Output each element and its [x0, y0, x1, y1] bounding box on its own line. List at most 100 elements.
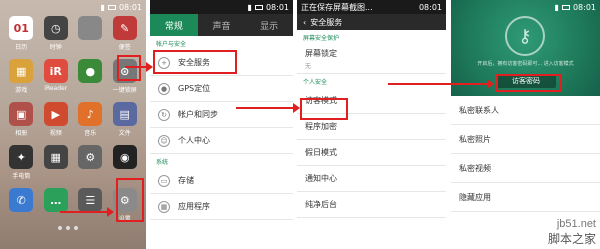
status-time: 08:01: [572, 2, 596, 12]
tab-display[interactable]: 显示: [245, 14, 293, 36]
app-11[interactable]: ▤ 文件: [108, 102, 143, 137]
section-header-system: 系统: [156, 159, 169, 166]
private-list: 私密联系人 私密照片 私密视频 隐藏应用: [451, 96, 600, 212]
private-item[interactable]: 私密联系人: [451, 96, 600, 125]
flashlight-icon: ✦: [9, 145, 34, 169]
app-14[interactable]: ⚙: [73, 145, 108, 180]
app-label: 一键锁屏: [112, 87, 137, 94]
apps-icon: ▦: [158, 200, 170, 213]
guest-hint: 开启后，拥有访客密码即可... 进入访客模式: [477, 61, 574, 67]
sync-icon: ↻: [158, 108, 170, 121]
contacts-icon: ☰: [78, 188, 103, 212]
app-16[interactable]: ✆: [4, 188, 39, 223]
app-5[interactable]: iR iReader: [39, 59, 74, 94]
status-bar: ▮ 08:01: [0, 0, 146, 14]
arrow-to-security: [125, 62, 153, 72]
settings-item[interactable]: ↻ 帐户和同步: [150, 102, 293, 128]
highlight-guest-mode: [300, 98, 348, 120]
app-label: 手电筒: [12, 173, 31, 180]
status-time: 08:01: [265, 2, 289, 12]
signal-icon: ▮: [100, 2, 105, 12]
app-1[interactable]: ◷ 时钟: [39, 16, 74, 51]
music-icon: ♪: [78, 102, 103, 126]
app-4[interactable]: ▦ 游戏: [4, 59, 39, 94]
status-bar: ▮ 08:01: [451, 0, 600, 14]
battery-icon: [254, 4, 263, 10]
private-item[interactable]: 私密视频: [451, 154, 600, 183]
section-header-personal: 个人安全: [303, 79, 328, 86]
arrow-to-guest-password: [388, 79, 494, 89]
status-time: 08:01: [118, 2, 142, 12]
settings-screen: ▮ 08:01 常规 声音 显示 帐户与安全 + 安全服务 ● GPS定位 ↻ 帐户和同步…: [150, 0, 293, 249]
game-icon: ▦: [9, 59, 34, 83]
watermark-url: jb51.net: [556, 218, 596, 230]
app-label: 便签: [118, 44, 131, 51]
status-time: 08:01: [418, 2, 442, 12]
film-icon: ▦: [43, 145, 68, 169]
tab-sound[interactable]: 声音: [198, 14, 246, 36]
highlight-lock-app: [117, 55, 141, 81]
tools-icon: ⚙: [78, 145, 103, 169]
notes-icon: ✎: [112, 16, 137, 40]
app-18[interactable]: ☰: [73, 188, 108, 223]
app-label: 游戏: [15, 87, 28, 94]
storage-icon: ▭: [158, 174, 170, 187]
tab-general[interactable]: 常规: [150, 14, 198, 36]
battery-icon: [561, 4, 570, 10]
settings-item[interactable]: ☺ 个人中心: [150, 128, 293, 154]
security-item[interactable]: 纯净后台: [297, 192, 446, 218]
security-item[interactable]: 假日模式: [297, 140, 446, 166]
app-0[interactable]: 01 日历: [4, 16, 39, 51]
settings-item-label: 个人中心: [178, 136, 210, 145]
app-label: 相册: [15, 130, 28, 137]
settings-item[interactable]: ▭ 存储: [150, 168, 293, 194]
person-icon: ☺: [158, 134, 170, 147]
location-icon: ●: [158, 82, 170, 95]
settings-tabs: 常规 声音 显示: [150, 14, 293, 36]
screen-lock-item[interactable]: 屏幕锁定 无: [297, 44, 446, 74]
watermark-name: 脚本之家: [547, 232, 596, 246]
page-header: ‹ 安全服务: [297, 14, 446, 30]
private-item[interactable]: 私密照片: [451, 125, 600, 154]
settings-item-label: 应用程序: [178, 202, 210, 211]
app-12[interactable]: ✦ 手电筒: [4, 145, 39, 180]
page-indicator: [58, 226, 78, 230]
app-label: 文件: [118, 130, 131, 137]
settings-item[interactable]: ▦ 应用程序: [150, 194, 293, 220]
app-13[interactable]: ▦: [39, 145, 74, 180]
signal-icon: ▮: [247, 2, 252, 12]
private-item[interactable]: 隐藏应用: [451, 183, 600, 212]
status-bar: ▮ 08:01: [150, 0, 293, 14]
settings-item-label: 帐户和同步: [178, 110, 218, 119]
guest-mode-screen: ▮ 08:01 ⚷ 开启后，拥有访客密码即可... 进入访客模式 访客密码 私密…: [451, 0, 600, 249]
app-17[interactable]: …: [39, 188, 74, 223]
settings-item-label: 存储: [178, 176, 194, 185]
section-header-account: 帐户与安全: [156, 41, 187, 48]
app-label: 视频: [49, 130, 62, 137]
file-icon: ▤: [112, 102, 137, 126]
settings-item[interactable]: ● GPS定位: [150, 76, 293, 102]
gallery-icon: ▣: [9, 102, 34, 126]
app-icon: [78, 16, 103, 40]
app-10[interactable]: ♪ 音乐: [73, 102, 108, 137]
screen-lock-label: 屏幕锁定: [305, 48, 337, 58]
app-label: 音乐: [84, 130, 97, 137]
app-2[interactable]: [73, 16, 108, 51]
clock-icon: ◷: [43, 16, 68, 40]
highlight-guest-password: [496, 74, 562, 92]
security-item[interactable]: 通知中心: [297, 166, 446, 192]
back-icon[interactable]: ‹: [303, 18, 306, 27]
page-title: 安全服务: [310, 17, 343, 27]
app-8[interactable]: ▣ 相册: [4, 102, 39, 137]
phone-icon: ✆: [9, 188, 34, 212]
app-15[interactable]: ◉: [108, 145, 143, 180]
mic-icon: ●: [78, 59, 103, 83]
app-6[interactable]: ●: [73, 59, 108, 94]
signal-icon: ▮: [554, 2, 559, 12]
arrow-to-settings: [60, 207, 114, 217]
app-9[interactable]: ▶ 视频: [39, 102, 74, 137]
app-3[interactable]: ✎ 便签: [108, 16, 143, 51]
screen-lock-value: 无: [305, 62, 312, 70]
highlight-security-service: [153, 50, 237, 74]
status-notification: 正在保存屏幕截图...: [301, 2, 373, 12]
